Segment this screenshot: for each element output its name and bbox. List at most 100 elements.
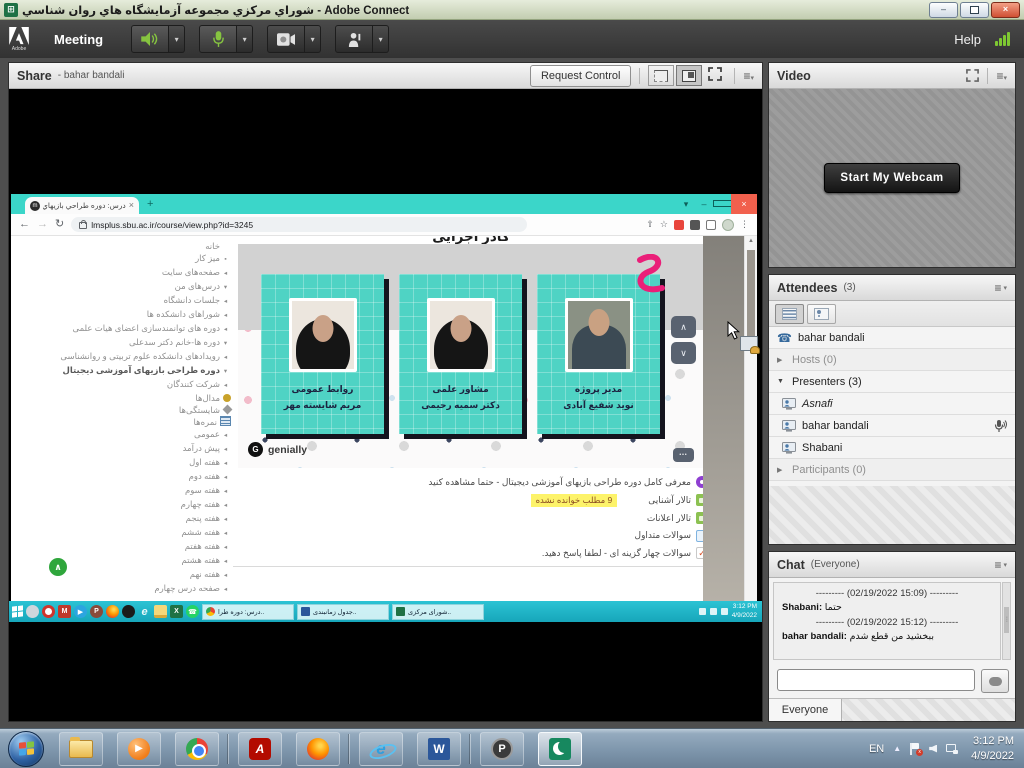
- activity-row[interactable]: تالار آشنایی9 مطلب خوانده نشده: [238, 494, 708, 507]
- browser-restore[interactable]: [713, 199, 731, 209]
- browser-close[interactable]: ×: [731, 194, 757, 214]
- genially-more-button[interactable]: •••: [673, 448, 694, 462]
- webcam-button[interactable]: [267, 25, 305, 53]
- nav-item[interactable]: ◂عمومی: [19, 428, 231, 442]
- nav-item-my-courses[interactable]: ▾درس‌های من: [19, 280, 231, 294]
- nav-item[interactable]: ◂رویدادهای دانشکده علوم تربیتی و روانشنا…: [19, 350, 231, 364]
- forward-button[interactable]: →: [37, 219, 48, 230]
- nav-item[interactable]: ◂هفته اول: [19, 456, 231, 470]
- start-button[interactable]: [8, 731, 44, 767]
- restore-button[interactable]: [960, 2, 989, 18]
- nav-item-grades[interactable]: نمره‌ها: [19, 416, 231, 428]
- everyone-tab[interactable]: Everyone: [769, 699, 842, 721]
- back-button[interactable]: ←: [19, 219, 30, 230]
- ie-small-icon[interactable]: e: [138, 605, 151, 618]
- firefox-small-icon[interactable]: [106, 605, 119, 618]
- bookmark-star-icon[interactable]: ☆: [660, 220, 668, 229]
- tray-expand-arrow[interactable]: ▲: [893, 744, 901, 753]
- share-page-icon[interactable]: ⇧: [646, 220, 654, 229]
- extension-icon-page[interactable]: [706, 220, 716, 230]
- presenters-group-row[interactable]: ▼ Presenters (3): [769, 371, 1015, 393]
- fit-page-toggle[interactable]: [648, 65, 674, 86]
- nav-item[interactable]: ◂هفته سوم: [19, 484, 231, 498]
- fit-width-toggle[interactable]: [676, 65, 702, 86]
- volume-icon[interactable]: [929, 745, 937, 753]
- set-status-button[interactable]: [335, 25, 373, 53]
- m-app-icon[interactable]: M: [58, 605, 71, 618]
- nav-item[interactable]: ◂هفته هفتم: [19, 540, 231, 554]
- word-task-button[interactable]: ..جدول زمانبندی: [297, 604, 389, 620]
- reload-button[interactable]: ↻: [55, 219, 64, 230]
- nav-item[interactable]: ◂هفته ششم: [19, 526, 231, 540]
- chrome-taskbar-button[interactable]: [175, 732, 219, 766]
- hosts-group-row[interactable]: ▶ Hosts (0): [769, 349, 1015, 371]
- extension-icon-dark[interactable]: [690, 220, 700, 230]
- shared-start-button[interactable]: [12, 605, 23, 617]
- explorer-taskbar-button[interactable]: [59, 732, 103, 766]
- chat-input[interactable]: [777, 669, 975, 691]
- excel-small-icon[interactable]: X: [170, 605, 183, 618]
- nav-item[interactable]: ◂هفته دوم: [19, 470, 231, 484]
- attendee-row[interactable]: bahar bandali: [769, 415, 1015, 437]
- browser-minimize[interactable]: –: [695, 199, 713, 209]
- webcam-options-caret[interactable]: ▾: [305, 25, 321, 53]
- obs-icon[interactable]: [42, 605, 55, 618]
- whatsapp-icon[interactable]: ☎: [186, 605, 199, 618]
- speaker-options-caret[interactable]: ▾: [169, 25, 185, 53]
- explorer-small-icon[interactable]: [154, 605, 167, 618]
- slide-prev-button[interactable]: ∧: [671, 316, 696, 338]
- tray-icon[interactable]: [710, 608, 717, 615]
- network-icon[interactable]: [946, 744, 958, 754]
- help-menu[interactable]: Help: [954, 32, 981, 47]
- media-player-taskbar-button[interactable]: ▶: [117, 732, 161, 766]
- obs-studio-icon[interactable]: [122, 605, 135, 618]
- new-tab-button[interactable]: +: [147, 198, 153, 210]
- chrome-task-button[interactable]: ..درس: دوره طرا: [202, 604, 294, 620]
- language-indicator[interactable]: EN: [869, 743, 884, 755]
- participants-group-row[interactable]: ▶ Participants (0): [769, 459, 1015, 481]
- chat-scrollbar-thumb[interactable]: ⋮: [1004, 607, 1009, 633]
- excel-task-button[interactable]: ..شورای مرکزی: [392, 604, 484, 620]
- genially-logo[interactable]: G genially: [248, 442, 307, 457]
- browser-kebab-menu[interactable]: ⋮: [740, 220, 749, 229]
- active-speaker-row[interactable]: ☎ bahar bandali: [769, 327, 1015, 349]
- start-webcam-button[interactable]: Start My Webcam: [824, 163, 959, 193]
- send-message-button[interactable]: [981, 669, 1009, 693]
- scrollbar-up-arrow[interactable]: ▲: [745, 238, 757, 244]
- scrollbar-thumb[interactable]: [747, 250, 755, 346]
- microphone-options-caret[interactable]: ▾: [237, 25, 253, 53]
- nav-item[interactable]: ◂هفته پنجم: [19, 512, 231, 526]
- action-center-flag-icon[interactable]: x: [910, 743, 920, 755]
- acrobat-taskbar-button[interactable]: A: [238, 732, 282, 766]
- minimize-button[interactable]: –: [929, 2, 958, 18]
- word-taskbar-button[interactable]: W: [417, 732, 461, 766]
- nav-item[interactable]: ◂هفته چهارم: [19, 498, 231, 512]
- nav-item-home[interactable]: خانه: [19, 240, 231, 252]
- address-bar[interactable]: lmsplus.sbu.ac.ir/course/view.php?id=324…: [71, 217, 527, 232]
- nav-item[interactable]: ◂شوراهای دانشکده ها: [19, 308, 231, 322]
- adobe-connect-taskbar-button[interactable]: [538, 732, 582, 766]
- nav-item[interactable]: ◂پیش درآمد: [19, 442, 231, 456]
- attendee-row[interactable]: Asnafi: [769, 393, 1015, 415]
- slide-next-button[interactable]: ∨: [671, 342, 696, 364]
- profile-avatar[interactable]: [722, 219, 734, 231]
- nav-item[interactable]: ◂جلسات دانشگاه: [19, 294, 231, 308]
- psiphon-small-icon[interactable]: P: [90, 605, 103, 618]
- nav-item[interactable]: ▾دوره ها-خانم دکتر سدعلی: [19, 336, 231, 350]
- video-fullscreen-icon[interactable]: [966, 69, 979, 82]
- share-pod-menu[interactable]: ≡▾: [743, 69, 754, 83]
- nav-item[interactable]: ◂شرکت کنندگان: [19, 378, 231, 392]
- status-options-caret[interactable]: ▾: [373, 25, 389, 53]
- nav-item-dashboard[interactable]: ▪میز کار: [19, 252, 231, 266]
- activity-row[interactable]: تالار اعلانات: [238, 512, 708, 524]
- attendees-pod-menu[interactable]: ≡▾: [994, 281, 1007, 295]
- telegram-icon[interactable]: ▶: [74, 605, 87, 618]
- nav-item[interactable]: ◂دوره های توانمندسازی اعضای هیات علمی: [19, 322, 231, 336]
- ie-taskbar-button[interactable]: e: [359, 732, 403, 766]
- microphone-button[interactable]: [199, 25, 237, 53]
- attendee-row[interactable]: Shabani: [769, 437, 1015, 459]
- extension-icon-red[interactable]: [674, 220, 684, 230]
- nav-item-medals[interactable]: مدال‌ها: [19, 392, 231, 404]
- chat-scrollbar[interactable]: ⋮: [1002, 582, 1011, 660]
- browser-tab[interactable]: m درس: دوره طراحي بازيهاي آموزشي ×: [25, 197, 139, 214]
